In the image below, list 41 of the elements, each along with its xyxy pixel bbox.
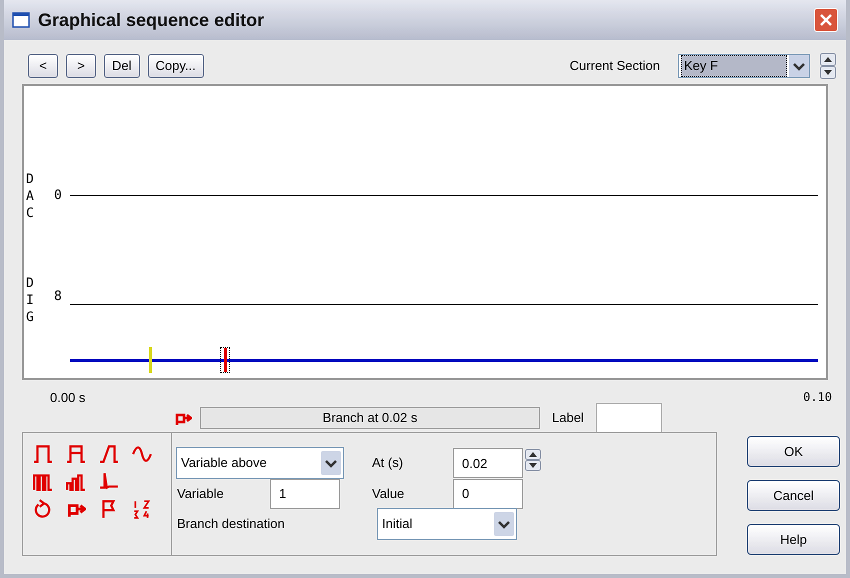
numbers-icon[interactable]	[132, 499, 152, 519]
label-input[interactable]	[596, 403, 662, 433]
spike-icon[interactable]	[99, 471, 119, 491]
window-title: Graphical sequence editor	[38, 8, 266, 32]
toolbar-button[interactable]: Copy...	[148, 54, 204, 78]
pulse-train-icon[interactable]	[66, 443, 86, 463]
variable-input[interactable]: 1	[270, 478, 340, 508]
at-input[interactable]: 0.02	[453, 448, 523, 478]
close-icon	[819, 13, 833, 27]
spinner-icon[interactable]	[525, 449, 541, 471]
ramp-icon[interactable]	[99, 443, 119, 463]
trace-label: DIG	[26, 274, 35, 326]
marker[interactable]	[220, 347, 230, 373]
destination-dropdown[interactable]: Initial	[377, 508, 517, 540]
section-label: Current Section	[570, 57, 660, 76]
close-button[interactable]	[814, 8, 838, 32]
toolbar-button[interactable]: Del	[104, 54, 140, 78]
value-input[interactable]: 0	[453, 478, 523, 508]
destination-label: Branch destination	[176, 515, 286, 534]
label-caption: Label	[552, 409, 584, 428]
step-description-field: Branch at 0.02 s	[200, 407, 540, 429]
value-label: Value	[371, 484, 406, 503]
trace-value: 8	[53, 288, 63, 306]
window-icon	[12, 12, 30, 28]
dialog-button[interactable]: Help	[747, 524, 840, 555]
dialog-button[interactable]: Cancel	[747, 480, 840, 511]
time-end-label: 0.10	[803, 389, 832, 406]
loop-arrow-icon[interactable]	[33, 499, 53, 519]
toolbar-button[interactable]: >	[66, 54, 96, 78]
pulse-icon[interactable]	[33, 443, 53, 463]
time-start-label: 0.00 s	[50, 389, 86, 406]
at-label: At (s)	[371, 454, 404, 472]
variable-label: Variable	[176, 484, 225, 503]
section-dropdown[interactable]: Key F	[678, 54, 810, 78]
trace-value: 0	[53, 187, 63, 206]
dialog-button[interactable]: OK	[747, 436, 840, 467]
spinner-icon[interactable]	[820, 53, 836, 79]
condition-dropdown[interactable]: Variable above	[176, 447, 344, 479]
trace-label: DAC	[26, 170, 35, 222]
toolbar-button[interactable]: <	[28, 54, 58, 78]
dropdown-value: Key F	[681, 55, 787, 77]
